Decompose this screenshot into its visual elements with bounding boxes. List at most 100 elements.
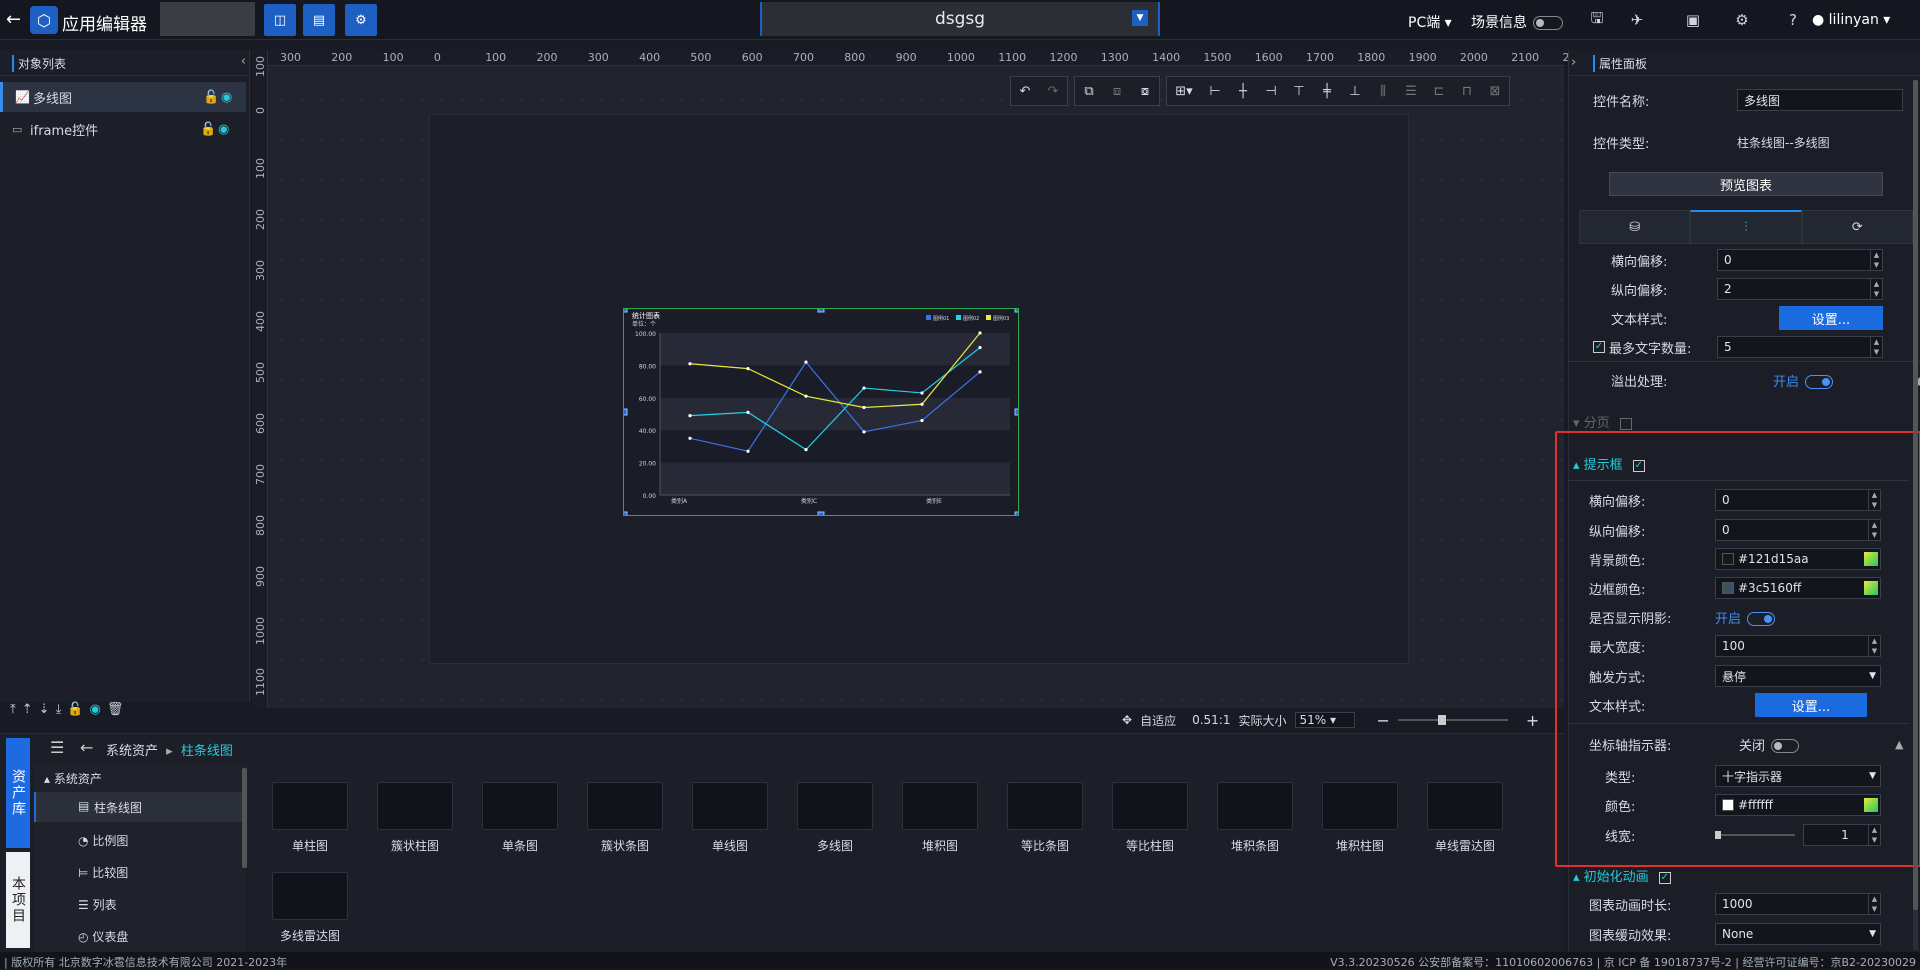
upper-text-style-button[interactable]: 设置... bbox=[1779, 306, 1883, 330]
scene-info-switch[interactable] bbox=[1533, 16, 1563, 30]
color-picker-icon[interactable] bbox=[1864, 798, 1878, 812]
same-size-icon[interactable]: ⊠ bbox=[1481, 77, 1509, 105]
asset-card[interactable]: 等比柱图 bbox=[1102, 782, 1198, 866]
pager-checkbox[interactable] bbox=[1619, 417, 1632, 430]
stepper-icon[interactable]: ▲ ▼ bbox=[1868, 894, 1880, 914]
move-bottom-icon[interactable]: ⤓ bbox=[56, 702, 62, 722]
asset-card[interactable]: 单条图 bbox=[472, 782, 568, 866]
align-left-icon[interactable]: ⊢ bbox=[1201, 77, 1229, 105]
tree-item-compare[interactable]: ⊨ 比较图 bbox=[78, 864, 128, 881]
components-button[interactable]: ▤ bbox=[303, 4, 335, 36]
move-up-icon[interactable]: ⇡ bbox=[22, 702, 33, 722]
chart-widget[interactable]: 0.00 20.00 40.00 60.00 80.00 100.00 统计图表 单位：个 类别… bbox=[623, 308, 1019, 516]
asset-tree-scrollbar[interactable] bbox=[242, 768, 247, 868]
asset-card[interactable]: 堆积条图 bbox=[1207, 782, 1303, 866]
align-right-icon[interactable]: ⊣ bbox=[1257, 77, 1285, 105]
stepper-icon[interactable]: ▲ ▼ bbox=[1870, 337, 1882, 357]
ungroup-icon[interactable]: ⧈ bbox=[1103, 77, 1131, 105]
zoom-select[interactable]: 51% ▾ bbox=[1294, 712, 1355, 728]
preview-chart-button[interactable]: 预览图表 bbox=[1609, 172, 1883, 196]
user-menu[interactable]: ● lilinyan ▾ bbox=[1812, 12, 1890, 28]
pager-row[interactable]: ▾ 分页 bbox=[1573, 412, 1632, 431]
save-icon[interactable]: 🖫 bbox=[1580, 5, 1614, 35]
align-bottom-icon[interactable]: ⊥ bbox=[1341, 77, 1369, 105]
property-scrollbar[interactable] bbox=[1913, 80, 1918, 950]
tab-style-icon[interactable]: ⫶ bbox=[1690, 210, 1802, 244]
lock-all-icon[interactable]: 🔓 bbox=[67, 702, 83, 722]
asset-card[interactable]: 单线雷达图 bbox=[1417, 782, 1513, 866]
tree-item-bar-line[interactable]: ▤ 柱条线图 bbox=[34, 792, 244, 822]
collapse-up-icon[interactable]: ▲ bbox=[1895, 738, 1903, 751]
zoom-in-icon[interactable]: + bbox=[1526, 711, 1539, 730]
visible-icon[interactable]: ◉ bbox=[221, 90, 232, 105]
move-top-icon[interactable]: ⤒ bbox=[10, 702, 16, 722]
stepper-icon[interactable]: ▲ ▼ bbox=[1868, 825, 1880, 845]
stepper-icon[interactable]: ▲ ▼ bbox=[1868, 636, 1880, 656]
asset-card[interactable]: 堆积图 bbox=[892, 782, 988, 866]
tooltip-text-style-button[interactable]: 设置... bbox=[1755, 693, 1867, 717]
same-width-icon[interactable]: ⊏ bbox=[1425, 77, 1453, 105]
fit-icon[interactable]: ✥ bbox=[1122, 713, 1132, 727]
animation-checkbox[interactable]: ✓ bbox=[1658, 871, 1671, 884]
platform-select[interactable]: PC端 ▾ bbox=[1408, 12, 1452, 32]
back-arrow-icon[interactable]: ← bbox=[80, 738, 93, 757]
line-width-slider[interactable] bbox=[1715, 831, 1795, 839]
object-item-multiline[interactable]: 📈 多线图 🔓 ◉ bbox=[0, 82, 246, 112]
zoom-fit[interactable]: 自适应 bbox=[1140, 712, 1176, 729]
lock-icon[interactable]: 🔓 bbox=[203, 90, 219, 105]
overflow-toggle[interactable]: 开启 bbox=[1773, 371, 1834, 390]
widget-name-input[interactable]: 多线图 bbox=[1737, 89, 1903, 111]
tooltip-checkbox[interactable]: ✓ bbox=[1632, 459, 1645, 472]
tab-data-icon[interactable]: ⛁ bbox=[1579, 210, 1691, 244]
stepper-icon[interactable]: ▲ ▼ bbox=[1868, 490, 1880, 510]
group-icon[interactable]: ⧉ bbox=[1075, 77, 1103, 105]
align-center-icon[interactable]: ┼ bbox=[1229, 77, 1257, 105]
pointer-line-width-input[interactable]: 1 ▲ ▼ bbox=[1803, 824, 1881, 846]
tree-item-list[interactable]: ☰ 列表 bbox=[78, 896, 117, 913]
tab-interaction-icon[interactable]: ⟳ bbox=[1801, 210, 1913, 244]
config-icon[interactable]: ⚙ bbox=[1725, 5, 1759, 35]
show-all-icon[interactable]: ◉ bbox=[90, 702, 101, 722]
collapse-left-icon[interactable]: ‹ bbox=[241, 54, 246, 69]
anim-easing-select[interactable]: None ▼ bbox=[1715, 923, 1881, 945]
tab-asset-library[interactable]: 资产库 bbox=[6, 738, 30, 848]
lock-icon[interactable]: 🔓 bbox=[200, 122, 216, 137]
tooltip-bg-color-input[interactable]: #121d15aa bbox=[1715, 548, 1881, 570]
tooltip-section-header[interactable]: ▴ 提示框 ✓ bbox=[1573, 454, 1645, 473]
zoom-slider-thumb[interactable] bbox=[1437, 715, 1446, 725]
scene-info-toggle[interactable]: 场景信息 bbox=[1471, 12, 1563, 32]
zoom-slider[interactable] bbox=[1397, 715, 1508, 725]
asset-card[interactable]: 等比条图 bbox=[997, 782, 1093, 866]
tooltip-trigger-select[interactable]: 悬停 ▼ bbox=[1715, 665, 1881, 687]
color-picker-icon[interactable] bbox=[1864, 552, 1878, 566]
stepper-icon[interactable]: ▲ ▼ bbox=[1870, 250, 1882, 270]
asset-card[interactable]: 多线雷达图 bbox=[262, 872, 358, 956]
upper-h-offset-input[interactable]: 0 ▲ ▼ bbox=[1717, 249, 1883, 271]
axis-pointer-switch[interactable] bbox=[1771, 739, 1800, 753]
back-icon[interactable]: ← bbox=[6, 9, 26, 30]
align-middle-icon[interactable]: ╪ bbox=[1313, 77, 1341, 105]
tooltip-border-color-input[interactable]: #3c5160ff bbox=[1715, 577, 1881, 599]
breadcrumb-root[interactable]: 系统资产 bbox=[106, 744, 158, 759]
upper-v-offset-input[interactable]: 2 ▲ ▼ bbox=[1717, 278, 1883, 300]
layout-dropdown-icon[interactable]: ⊞▾ bbox=[1167, 77, 1201, 105]
distribute-v-icon[interactable]: ☰ bbox=[1397, 77, 1425, 105]
zoom-out-icon[interactable]: − bbox=[1377, 711, 1390, 730]
stepper-icon[interactable]: ▲ ▼ bbox=[1870, 279, 1882, 299]
tooltip-h-offset-input[interactable]: 0 ▲ ▼ bbox=[1715, 489, 1881, 511]
delete-icon[interactable]: 🗑 bbox=[107, 702, 124, 722]
doc-name-field[interactable]: dsgsg ▼ bbox=[760, 2, 1160, 36]
preview-icon[interactable]: ▣ bbox=[1676, 5, 1710, 35]
undo-icon[interactable]: ↶ bbox=[1011, 77, 1039, 105]
settings-tool-button[interactable]: ⚙ bbox=[345, 4, 377, 36]
align-top-icon[interactable]: ⊤ bbox=[1285, 77, 1313, 105]
asset-card[interactable]: 单柱图 bbox=[262, 782, 358, 866]
doc-dropdown-icon[interactable]: ▼ bbox=[1132, 10, 1148, 26]
same-height-icon[interactable]: ⊓ bbox=[1453, 77, 1481, 105]
line-width-slider-thumb[interactable] bbox=[1715, 831, 1721, 839]
overflow-switch[interactable] bbox=[1805, 375, 1834, 389]
distribute-h-icon[interactable]: ⫼ bbox=[1369, 77, 1397, 105]
tree-item-gauge[interactable]: ◴ 仪表盘 bbox=[78, 928, 128, 945]
animation-section-header[interactable]: ▴ 初始化动画 ✓ bbox=[1573, 866, 1671, 885]
color-picker-icon[interactable] bbox=[1864, 581, 1878, 595]
